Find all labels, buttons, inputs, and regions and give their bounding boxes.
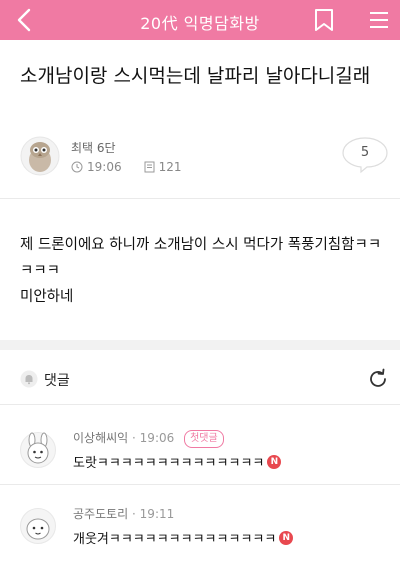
post-time: 19:06 [87,160,122,174]
bookmark-icon[interactable] [313,8,335,32]
board-title: 20代 익명담화방 [140,14,260,33]
comment-text-row: 도랏ㅋㅋㅋㅋㅋㅋㅋㅋㅋㅋㅋㅋㅋㅋ N [73,452,282,471]
comment-text: 도랏ㅋㅋㅋㅋㅋㅋㅋㅋㅋㅋㅋㅋㅋㅋ [73,456,265,471]
new-badge: N [279,530,294,545]
comment-count-button[interactable]: 5 [341,136,389,174]
new-badge: N [267,454,282,469]
clock-icon [71,161,83,173]
section-divider [0,340,400,350]
comments-label: 댓글 [44,373,70,389]
commenter-avatar[interactable] [20,432,56,468]
menu-icon[interactable] [368,9,390,31]
post-meta: 19:06 121 [71,160,182,174]
comment-item: 공주도토리 · 19:11 개웃겨ㅋㅋㅋㅋㅋㅋㅋㅋㅋㅋㅋㅋㅋㅋ N [0,484,400,563]
post-body: 제 드론이에요 하니까 소개남이 스시 먹다가 폭풍기침함ㅋㅋㅋㅋㅋ 미안하네 [20,232,390,310]
comment-item: 이상해씨익 · 19:06 첫댓글 도랏ㅋㅋㅋㅋㅋㅋㅋㅋㅋㅋㅋㅋㅋㅋ N [0,404,400,484]
refresh-icon[interactable] [367,368,389,390]
post-title: 소개남이랑 스시먹는데 날파리 날아다니길래 [20,65,371,87]
commenter-avatar[interactable] [20,508,56,544]
bell-icon[interactable] [20,370,38,388]
commenter-name[interactable]: 공주도토리 [73,507,128,521]
comment-meta: 이상해씨익 · 19:06 첫댓글 [73,429,224,448]
views-icon [144,161,155,173]
comment-count: 5 [360,145,370,160]
comment-text-row: 개웃겨ㅋㅋㅋㅋㅋㅋㅋㅋㅋㅋㅋㅋㅋㅋ N [73,528,294,547]
commenter-name[interactable]: 이상해씨익 [73,431,128,445]
comment-time: 19:11 [139,507,175,521]
top-app-bar: 20代 익명담화방 [0,0,400,40]
comments-header: 댓글 [0,350,400,404]
post-body-line: 제 드론이에요 하니까 소개남이 스시 먹다가 폭풍기침함ㅋㅋㅋㅋㅋ [20,237,382,279]
comment-text: 개웃겨ㅋㅋㅋㅋㅋㅋㅋㅋㅋㅋㅋㅋㅋㅋ [73,532,277,547]
post-body-line: 미안하네 [20,289,74,305]
comment-time: 19:06 [139,431,175,445]
author-avatar[interactable] [20,136,60,176]
first-comment-badge: 첫댓글 [184,430,224,448]
divider [0,198,400,199]
author-name[interactable]: 최택 6단 [71,139,116,156]
comment-meta: 공주도토리 · 19:11 [73,507,175,521]
view-count: 121 [158,160,182,174]
